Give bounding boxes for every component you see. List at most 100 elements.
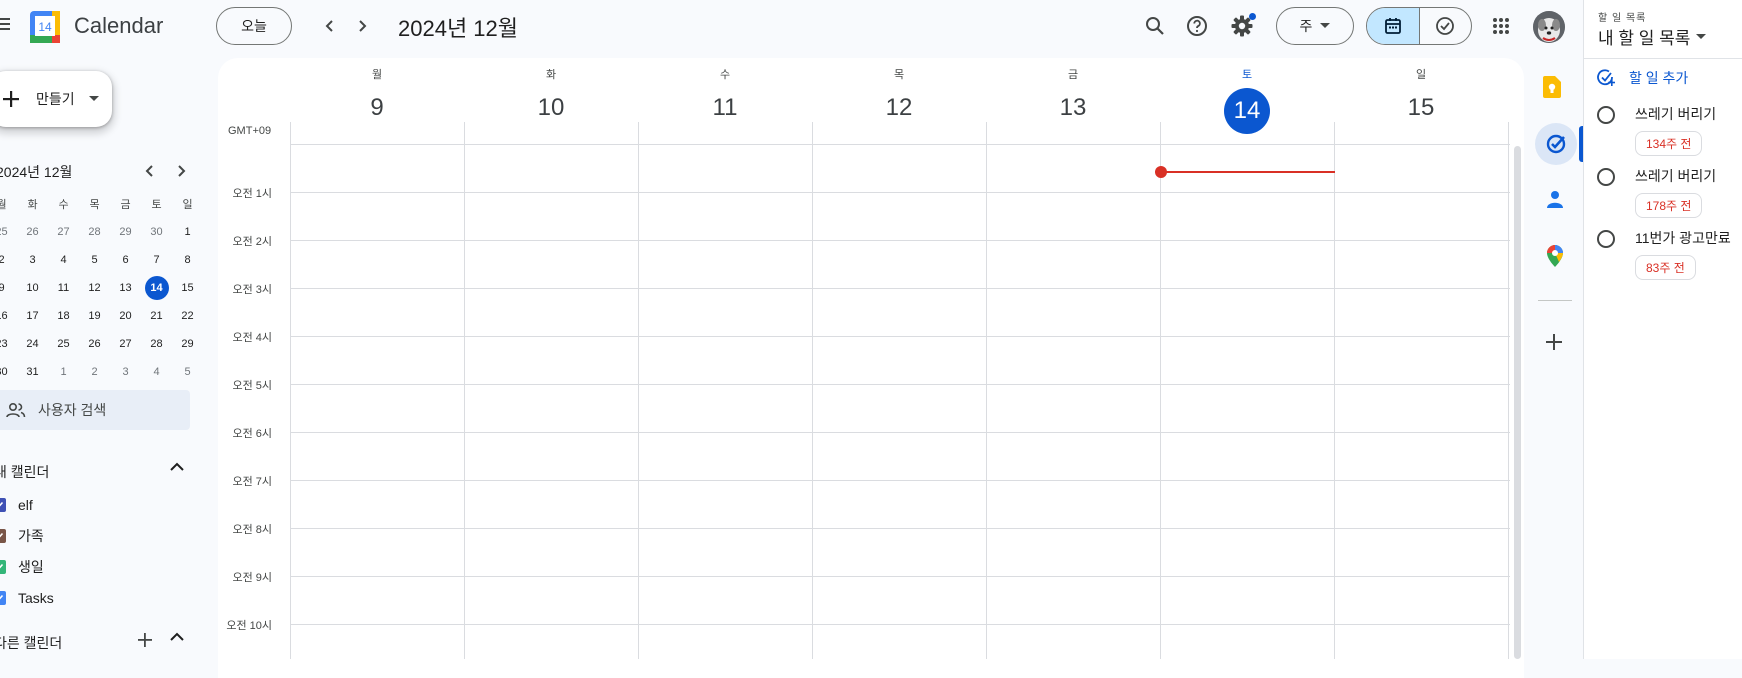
mini-calendar-day[interactable]: 10 [17, 282, 48, 294]
chevron-up-icon[interactable] [170, 632, 184, 642]
day-header[interactable]: 토 14 [1160, 68, 1334, 134]
mini-calendar-day[interactable]: 9 [0, 282, 17, 294]
next-week-button[interactable] [350, 14, 374, 38]
mini-calendar-day[interactable]: 13 [110, 282, 141, 294]
mini-calendar-day[interactable]: 30 [141, 226, 172, 238]
mini-calendar-day[interactable]: 4 [141, 366, 172, 378]
tasks-icon[interactable] [1535, 123, 1577, 165]
day-number[interactable]: 12 [812, 88, 986, 128]
day-number[interactable]: 15 [1334, 88, 1508, 128]
time-grid[interactable] [290, 122, 1510, 659]
mini-calendar-day[interactable]: 3 [110, 366, 141, 378]
mini-calendar-day[interactable]: 26 [17, 226, 48, 238]
calendar-item[interactable]: Tasks [0, 586, 54, 610]
checkbox-icon[interactable] [0, 529, 6, 543]
day-number[interactable]: 11 [638, 88, 812, 128]
mini-calendar-day[interactable]: 31 [17, 366, 48, 378]
day-header[interactable]: 목 12 [812, 68, 986, 128]
day-header[interactable]: 금 13 [986, 68, 1160, 128]
today-button[interactable]: 오늘 [216, 7, 292, 45]
mini-calendar-day[interactable]: 5 [172, 366, 203, 378]
checkbox-icon[interactable] [0, 498, 6, 512]
search-icon[interactable] [1141, 12, 1169, 40]
other-calendars-title[interactable]: 다른 캘린더 [0, 633, 62, 653]
my-calendars-title[interactable]: 내 캘린더 [0, 462, 49, 482]
mini-calendar-day[interactable]: 25 [48, 338, 79, 350]
mini-calendar-day[interactable]: 27 [48, 226, 79, 238]
mini-calendar-day[interactable]: 26 [79, 338, 110, 350]
maps-icon[interactable] [1545, 245, 1565, 267]
mini-calendar-day[interactable]: 21 [141, 310, 172, 322]
task-item[interactable]: 쓰레기 버리기 178주 전 [1597, 166, 1716, 218]
mini-calendar-day[interactable]: 11 [48, 282, 79, 294]
people-search[interactable]: 사용자 검색 [0, 390, 190, 430]
day-number[interactable]: 13 [986, 88, 1160, 128]
create-button[interactable]: 만들기 [0, 71, 112, 127]
mini-calendar-day[interactable]: 2 [0, 254, 17, 266]
day-number[interactable]: 10 [464, 88, 638, 128]
keep-icon[interactable] [1543, 76, 1561, 98]
mini-calendar-day[interactable]: 16 [0, 310, 17, 322]
mini-calendar-day[interactable]: 23 [0, 338, 17, 350]
calendar-item[interactable]: elf [0, 493, 33, 517]
mini-calendar-day[interactable]: 24 [17, 338, 48, 350]
menu-icon[interactable] [0, 14, 12, 34]
task-item[interactable]: 11번가 광고만료 83주 전 [1597, 228, 1731, 280]
avatar[interactable] [1533, 11, 1565, 43]
task-complete-circle-icon[interactable] [1597, 230, 1615, 248]
mini-calendar-day[interactable]: 28 [141, 338, 172, 350]
add-calendar-plus-icon[interactable] [137, 632, 153, 648]
mini-calendar-day[interactable]: 12 [79, 282, 110, 294]
mini-calendar-day[interactable]: 28 [79, 226, 110, 238]
calendar-item[interactable]: 생일 [0, 555, 44, 579]
mini-calendar-prev-button[interactable] [141, 162, 159, 180]
task-item[interactable]: 쓰레기 버리기 134주 전 [1597, 104, 1716, 156]
mini-calendar-day[interactable]: 22 [172, 310, 203, 322]
day-header[interactable]: 화 10 [464, 68, 638, 128]
calendar-item[interactable]: 가족 [0, 524, 44, 548]
day-number[interactable]: 14 [1160, 88, 1334, 134]
mini-calendar-day[interactable]: 1 [48, 366, 79, 378]
mini-calendar-day[interactable]: 29 [172, 338, 203, 350]
view-selector-button[interactable]: 주 [1276, 7, 1354, 45]
mini-calendar-day[interactable]: 6 [110, 254, 141, 266]
mini-calendar-today[interactable]: 14 [141, 276, 172, 300]
mini-calendar-day[interactable]: 1 [172, 226, 203, 238]
mini-calendar-day[interactable]: 5 [79, 254, 110, 266]
calendar-logo-icon[interactable]: 14 [30, 11, 60, 43]
mini-calendar-day[interactable]: 7 [141, 254, 172, 266]
task-complete-circle-icon[interactable] [1597, 168, 1615, 186]
mini-calendar-day[interactable]: 18 [48, 310, 79, 322]
day-header[interactable]: 월9 [290, 68, 464, 128]
checkbox-icon[interactable] [0, 591, 6, 605]
calendar-mode-button[interactable] [1367, 8, 1420, 44]
mini-calendar-day[interactable]: 27 [110, 338, 141, 350]
help-icon[interactable] [1183, 12, 1211, 40]
mini-calendar-day[interactable]: 4 [48, 254, 79, 266]
mini-calendar-next-button[interactable] [172, 162, 190, 180]
add-task-button[interactable]: 할 일 추가 [1597, 68, 1688, 88]
mini-calendar-day[interactable]: 25 [0, 226, 17, 238]
mini-calendar-day[interactable]: 19 [79, 310, 110, 322]
mini-calendar-day[interactable]: 17 [17, 310, 48, 322]
mini-calendar-day[interactable]: 29 [110, 226, 141, 238]
mini-calendar-day[interactable]: 3 [17, 254, 48, 266]
scrollbar[interactable] [1514, 146, 1521, 659]
checkbox-icon[interactable] [0, 560, 6, 574]
add-addon-plus-icon[interactable] [1544, 332, 1564, 352]
day-header[interactable]: 일 15 [1334, 68, 1508, 128]
task-list-selector[interactable]: 내 할 일 목록 [1598, 24, 1707, 49]
chevron-up-icon[interactable] [170, 462, 184, 472]
mini-calendar-day[interactable]: 20 [110, 310, 141, 322]
day-number[interactable]: 9 [290, 88, 464, 128]
mini-calendar-day[interactable]: 2 [79, 366, 110, 378]
tasks-mode-button[interactable] [1420, 8, 1472, 44]
mini-calendar-day[interactable]: 30 [0, 366, 17, 378]
apps-grid-icon[interactable] [1487, 12, 1515, 40]
contacts-icon[interactable] [1545, 189, 1565, 209]
day-header[interactable]: 수 11 [638, 68, 812, 128]
mini-calendar-day[interactable]: 15 [172, 282, 203, 294]
previous-week-button[interactable] [318, 14, 342, 38]
task-complete-circle-icon[interactable] [1597, 106, 1615, 124]
mini-calendar-day[interactable]: 8 [172, 254, 203, 266]
